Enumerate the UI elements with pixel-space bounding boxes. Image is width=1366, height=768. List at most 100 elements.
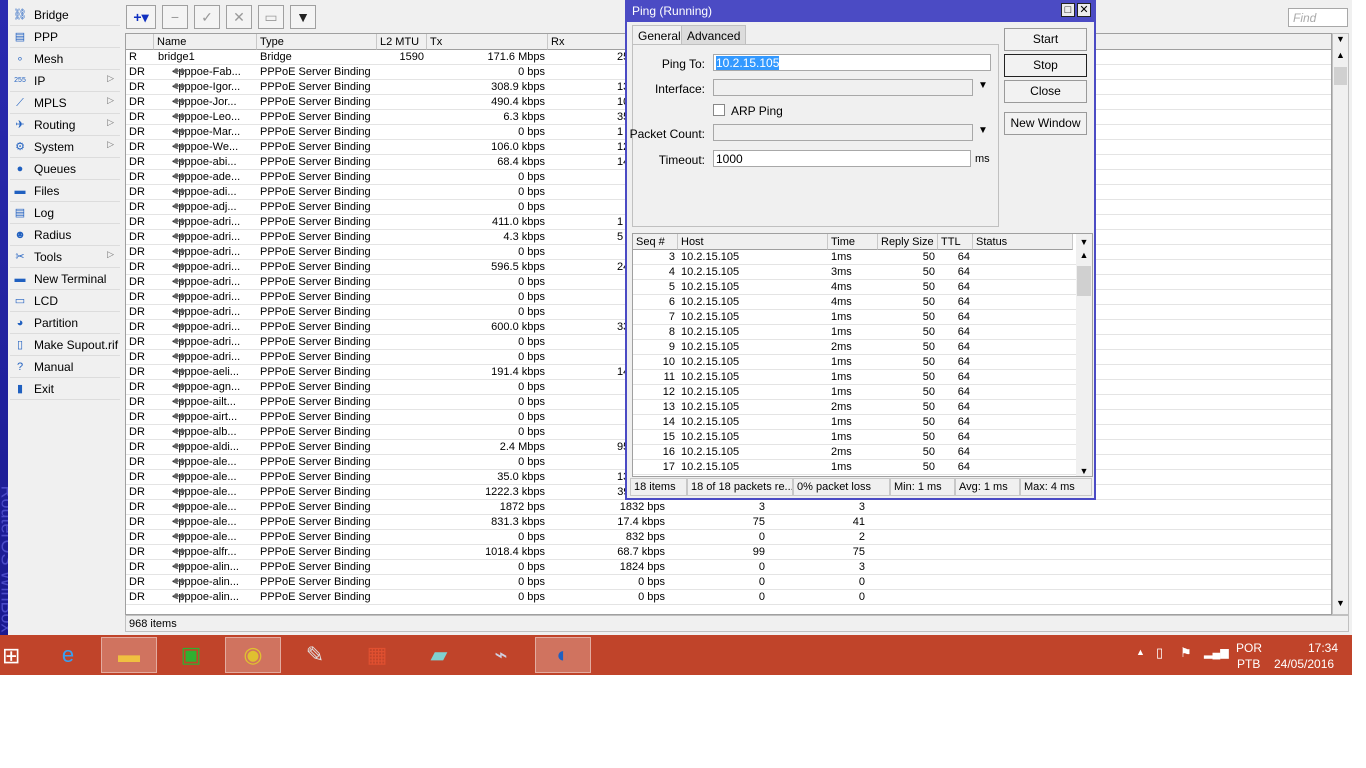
sidebar-item-manual[interactable]: ? Manual bbox=[10, 356, 120, 378]
store-icon[interactable]: ▣ bbox=[163, 637, 219, 673]
find-input[interactable]: Find bbox=[1288, 8, 1348, 27]
sidebar-item-bridge[interactable]: ⛓ Bridge bbox=[10, 4, 120, 26]
language[interactable]: POR bbox=[1236, 641, 1262, 655]
name-cell[interactable]: <pppoe-adri... bbox=[154, 260, 257, 275]
name-cell[interactable]: <pppoe-Igor... bbox=[154, 80, 257, 95]
name-cell[interactable]: <pppoe-ade... bbox=[154, 170, 257, 185]
name-cell[interactable]: <pppoe-alin... bbox=[154, 560, 257, 575]
name-cell[interactable]: <pppoe-ale... bbox=[154, 455, 257, 470]
name-cell[interactable]: <pppoe-adri... bbox=[154, 245, 257, 260]
name-cell[interactable]: <pppoe-adri... bbox=[154, 290, 257, 305]
name-cell[interactable]: <pppoe-ale... bbox=[154, 485, 257, 500]
scroll-thumb[interactable] bbox=[1334, 67, 1347, 85]
name-cell[interactable]: <pppoe-We... bbox=[154, 140, 257, 155]
sidebar-item-mpls[interactable]: ⟋ MPLS ▷ bbox=[10, 92, 120, 114]
name-cell[interactable]: <pppoe-abi... bbox=[154, 155, 257, 170]
notepad-icon[interactable]: ▰ bbox=[411, 637, 467, 673]
start-button[interactable]: Start bbox=[1004, 28, 1087, 51]
signal-icon[interactable]: ▂▄▆ bbox=[1204, 646, 1229, 659]
ping-column-header[interactable]: Reply Size bbox=[878, 234, 938, 250]
column-menu-icon[interactable]: ▼ bbox=[1333, 34, 1348, 50]
name-cell[interactable]: <pppoe-ale... bbox=[154, 530, 257, 545]
keyboard-layout[interactable]: PTB bbox=[1237, 657, 1260, 671]
sidebar-item-new-terminal[interactable]: ▬ New Terminal bbox=[10, 268, 120, 290]
name-cell[interactable]: <pppoe-airt... bbox=[154, 410, 257, 425]
sidebar-item-routing[interactable]: ✈ Routing ▷ bbox=[10, 114, 120, 136]
ping-column-header[interactable]: Host bbox=[678, 234, 828, 250]
name-cell[interactable]: <pppoe-alb... bbox=[154, 425, 257, 440]
name-cell[interactable]: <pppoe-ailt... bbox=[154, 395, 257, 410]
column-header[interactable]: Tx bbox=[427, 34, 548, 50]
scroll-up-icon[interactable]: ▲ bbox=[1076, 250, 1092, 260]
enable-button[interactable]: ✓ bbox=[194, 5, 220, 29]
column-header[interactable]: Type bbox=[257, 34, 377, 50]
packet-count-select[interactable] bbox=[713, 124, 973, 141]
name-cell[interactable]: <pppoe-ale... bbox=[154, 500, 257, 515]
name-cell[interactable]: <pppoe-Jor... bbox=[154, 95, 257, 110]
name-cell[interactable]: <pppoe-adj... bbox=[154, 200, 257, 215]
name-cell[interactable]: <pppoe-adri... bbox=[154, 275, 257, 290]
sidebar-item-queues[interactable]: ● Queues bbox=[10, 158, 120, 180]
show-hidden-icons-icon[interactable]: ▲ bbox=[1136, 647, 1145, 657]
ping-title-bar[interactable]: Ping (Running) □ ✕ bbox=[627, 0, 1094, 22]
stop-button[interactable]: Stop bbox=[1004, 54, 1087, 77]
paint-icon[interactable]: ✎ bbox=[287, 637, 343, 673]
name-cell[interactable]: <pppoe-aldi... bbox=[154, 440, 257, 455]
arp-ping-checkbox[interactable] bbox=[713, 104, 725, 116]
tab-general[interactable]: General bbox=[632, 25, 687, 44]
name-cell[interactable]: <pppoe-agn... bbox=[154, 380, 257, 395]
sidebar-item-system[interactable]: ⚙ System ▷ bbox=[10, 136, 120, 158]
ping-column-header[interactable]: Seq # bbox=[633, 234, 678, 250]
name-cell[interactable]: <pppoe-ale... bbox=[154, 515, 257, 530]
battery-icon[interactable]: ▯ bbox=[1156, 645, 1163, 661]
name-cell[interactable]: <pppoe-adri... bbox=[154, 335, 257, 350]
name-cell[interactable]: <pppoe-aeli... bbox=[154, 365, 257, 380]
sidebar-item-mesh[interactable]: ∘ Mesh bbox=[10, 48, 120, 70]
column-header[interactable]: L2 MTU bbox=[377, 34, 427, 50]
name-cell[interactable]: <pppoe-Leo... bbox=[154, 110, 257, 125]
name-cell[interactable]: <pppoe-adri... bbox=[154, 350, 257, 365]
sidebar-item-tools[interactable]: ✂ Tools ▷ bbox=[10, 246, 120, 268]
name-cell[interactable]: <pppoe-adri... bbox=[154, 320, 257, 335]
name-cell[interactable]: <pppoe-Mar... bbox=[154, 125, 257, 140]
flag-icon[interactable]: ⚑ bbox=[1180, 645, 1192, 661]
close-window-button[interactable]: ✕ bbox=[1077, 3, 1091, 17]
network-cable-icon[interactable]: ⌁ bbox=[473, 637, 529, 673]
apps-icon[interactable]: ▦ bbox=[349, 637, 405, 673]
scroll-up-icon[interactable]: ▲ bbox=[1333, 50, 1348, 66]
sidebar-item-log[interactable]: ▤ Log bbox=[10, 202, 120, 224]
sidebar-item-make-supout-rif[interactable]: ▯ Make Supout.rif bbox=[10, 334, 120, 356]
file-explorer-icon[interactable]: ▬ bbox=[101, 637, 157, 673]
name-cell[interactable]: <pppoe-adri... bbox=[154, 230, 257, 245]
name-cell[interactable]: <pppoe-alin... bbox=[154, 575, 257, 590]
interface-select[interactable] bbox=[713, 79, 973, 96]
name-cell[interactable]: <pppoe-adri... bbox=[154, 305, 257, 320]
new-window-button[interactable]: New Window bbox=[1004, 112, 1087, 135]
name-cell[interactable]: <pppoe-alin... bbox=[154, 590, 257, 605]
scroll-down-icon[interactable]: ▼ bbox=[1333, 598, 1348, 612]
winbox-icon[interactable]: ◐ bbox=[535, 637, 591, 673]
maximize-button[interactable]: □ bbox=[1061, 3, 1075, 17]
sidebar-item-ppp[interactable]: ▤ PPP bbox=[10, 26, 120, 48]
sidebar-item-lcd[interactable]: ▭ LCD bbox=[10, 290, 120, 312]
ping-column-header[interactable]: Time bbox=[828, 234, 878, 250]
sidebar-item-ip[interactable]: 255 IP ▷ bbox=[10, 70, 120, 92]
name-cell[interactable]: bridge1 bbox=[154, 50, 257, 65]
name-cell[interactable]: <pppoe-adi... bbox=[154, 185, 257, 200]
name-cell[interactable]: <pppoe-adri... bbox=[154, 215, 257, 230]
filter-button[interactable]: ▼ bbox=[290, 5, 316, 29]
ping-scrollbar[interactable]: ▲ ▼ bbox=[1076, 250, 1092, 476]
name-cell[interactable]: <pppoe-alfr... bbox=[154, 545, 257, 560]
scroll-thumb[interactable] bbox=[1077, 266, 1091, 296]
timeout-input[interactable]: 1000 bbox=[713, 150, 971, 167]
ping-column-header[interactable]: TTL bbox=[938, 234, 973, 250]
clock-time[interactable]: 17:34 bbox=[1308, 641, 1338, 655]
column-header[interactable] bbox=[126, 34, 154, 50]
remove-button[interactable]: − bbox=[162, 5, 188, 29]
column-menu-icon[interactable]: ▼ bbox=[1076, 234, 1092, 250]
close-button[interactable]: Close bbox=[1004, 80, 1087, 103]
sidebar-item-exit[interactable]: ▮ Exit bbox=[10, 378, 120, 400]
packet-count-dropdown-icon[interactable]: ▼ bbox=[978, 125, 988, 136]
table-scrollbar[interactable]: ▲ ▼ ▼ bbox=[1332, 33, 1349, 615]
tab-advanced[interactable]: Advanced bbox=[681, 25, 747, 44]
